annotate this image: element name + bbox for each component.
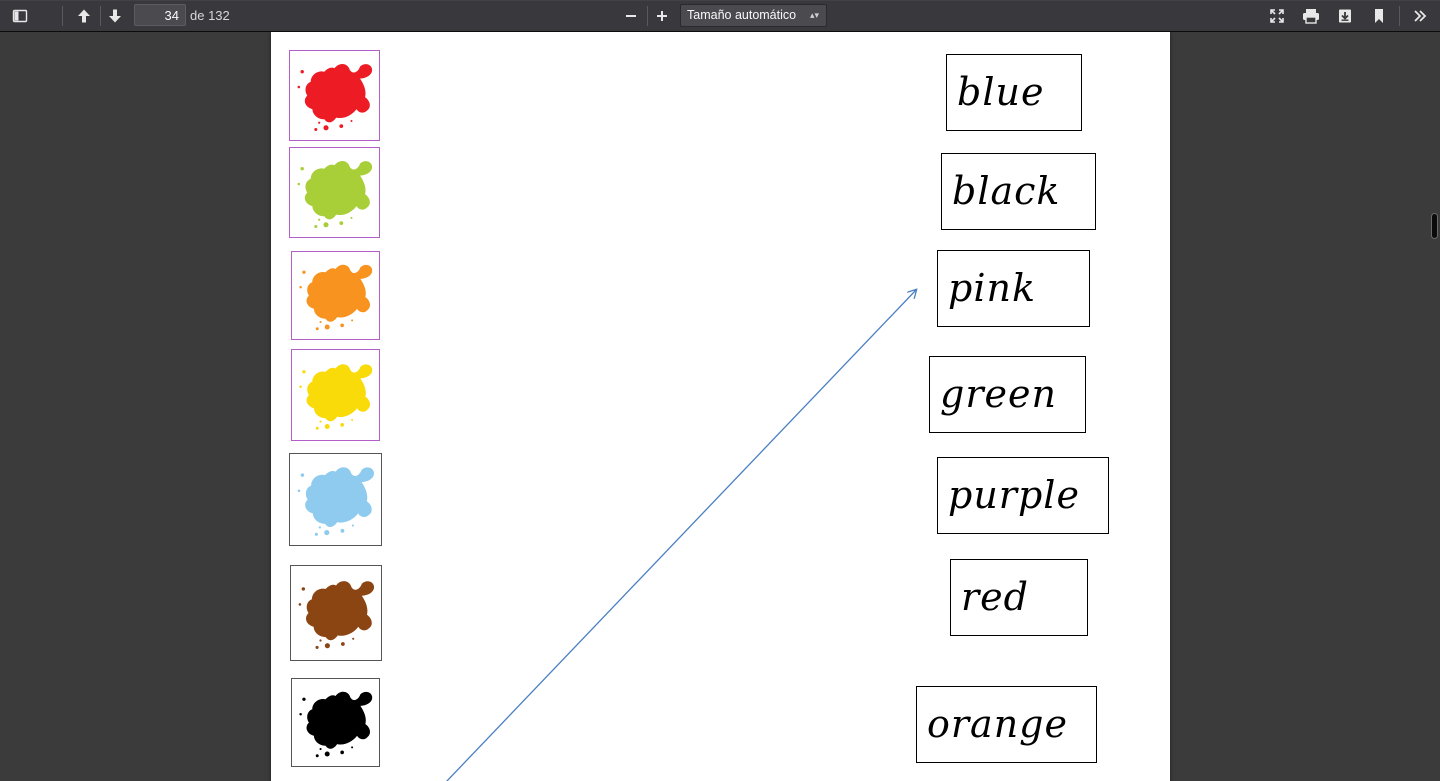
zoom-select-label: Tamaño automático xyxy=(687,8,797,22)
arrow-line xyxy=(446,290,916,781)
scrollbar-thumb[interactable] xyxy=(1431,213,1438,239)
fullscreen-icon[interactable] xyxy=(1263,4,1291,28)
document-viewer[interactable]: blue black pink green purple red orange xyxy=(0,32,1440,781)
pdf-toolbar: de 132 Tamaño automático ▴▾ xyxy=(0,0,1440,32)
page-count-label: de 132 xyxy=(190,8,230,23)
plus-icon[interactable] xyxy=(648,4,676,28)
matching-arrow xyxy=(446,32,1170,781)
arrow-down-icon[interactable] xyxy=(101,4,129,28)
chevron-updown-icon: ▴▾ xyxy=(809,10,819,20)
download-icon[interactable] xyxy=(1331,4,1359,28)
arrow-up-icon[interactable] xyxy=(70,4,98,28)
toolbar-separator xyxy=(1399,6,1400,26)
bookmark-icon[interactable] xyxy=(1365,4,1393,28)
zoom-select[interactable]: Tamaño automático ▴▾ xyxy=(680,4,827,27)
minus-icon[interactable] xyxy=(617,4,645,28)
page-number-input[interactable] xyxy=(134,4,186,26)
sidebar-toggle-icon[interactable] xyxy=(6,4,34,28)
pdf-page: blue black pink green purple red orange xyxy=(271,32,1170,781)
toolbar-separator xyxy=(62,6,63,26)
double-chevron-icon[interactable] xyxy=(1406,4,1434,28)
print-icon[interactable] xyxy=(1297,4,1325,28)
